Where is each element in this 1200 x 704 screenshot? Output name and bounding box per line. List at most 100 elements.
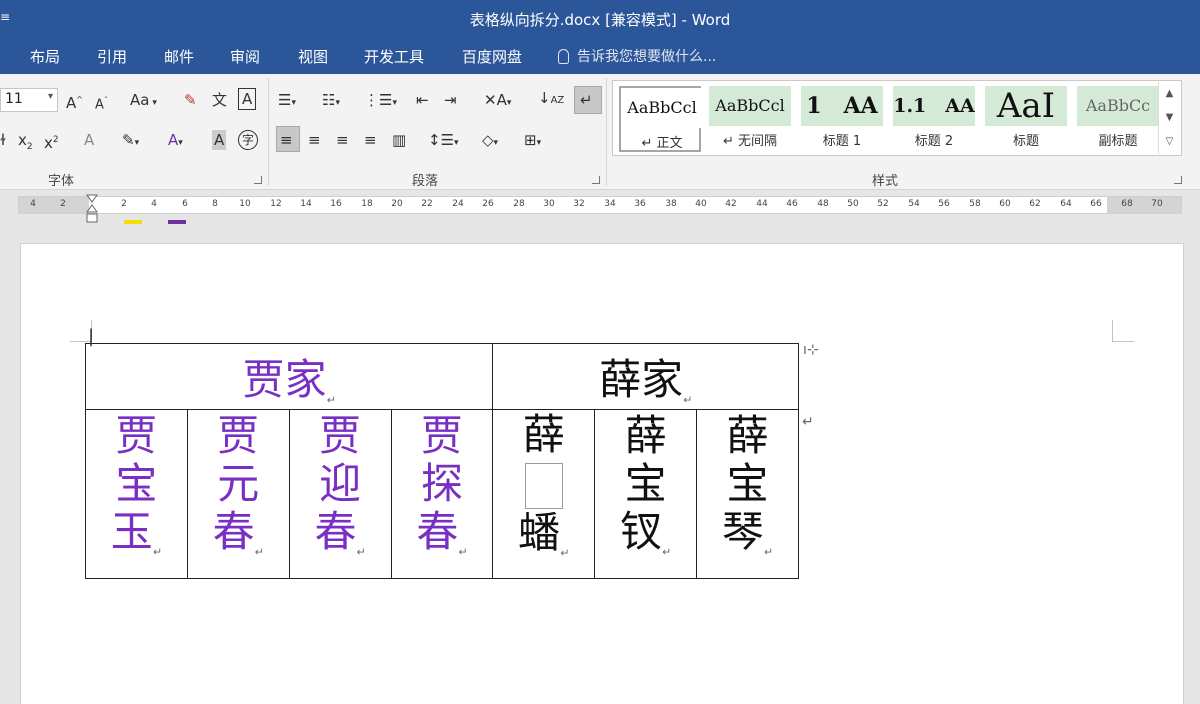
header-cell-jia[interactable]: 贾家↵: [84, 343, 494, 410]
superscript-icon[interactable]: x2: [44, 130, 59, 153]
font-dialog-launcher-icon[interactable]: [254, 176, 262, 184]
ruler-tick: 24: [452, 199, 464, 209]
gallery-scroll-down-icon[interactable]: ▼: [1158, 106, 1180, 130]
tab-mailings[interactable]: 邮件: [164, 46, 194, 67]
ruler-tick: 58: [969, 199, 981, 209]
align-left-icon[interactable]: ≡: [280, 130, 293, 150]
clear-format-icon[interactable]: ✎: [184, 90, 197, 110]
tell-me-text: 告诉我您想要做什么...: [577, 49, 717, 65]
ruler-tick: 2: [60, 199, 66, 209]
styles-dialog-launcher-icon[interactable]: [1174, 176, 1182, 184]
name-cell[interactable]: 贾宝玉↵: [85, 409, 188, 579]
ruler-tick: 50: [847, 199, 859, 209]
char-shading-icon[interactable]: A: [212, 130, 227, 150]
gallery-more-icon[interactable]: ▽: [1158, 130, 1180, 154]
show-formatting-marks-icon[interactable]: ↵: [580, 90, 593, 110]
indent-markers-icon[interactable]: [86, 194, 98, 224]
line-spacing-icon[interactable]: ↕☰▾: [428, 130, 459, 153]
align-center-icon[interactable]: ≡: [308, 130, 321, 150]
char-border-icon[interactable]: A: [238, 88, 257, 110]
style-subtitle[interactable]: AaBbCc 副标题: [1077, 86, 1159, 152]
ruler-tick: 66: [1090, 199, 1102, 209]
styles-group-label: 样式: [872, 174, 899, 189]
multilevel-list-icon[interactable]: ⋮☰▾: [364, 90, 397, 113]
ruler-tick: 28: [513, 199, 525, 209]
style-name: 标题 2: [914, 134, 954, 149]
table-row: 贾宝玉↵ 贾元春↵ 贾迎春↵ 贾探春↵ 薛蟠↵ 薛宝钗↵ 薛宝琴↵: [85, 409, 799, 579]
ribbon-tabs: 布局 引用 邮件 审阅 视图 开发工具 百度网盘 告诉我您想要做什么...: [0, 38, 1200, 74]
increase-indent-icon[interactable]: ⇥: [444, 90, 457, 110]
ruler-tick: 44: [756, 199, 768, 209]
phonetic-guide-icon[interactable]: 文: [212, 90, 227, 110]
tell-me-box[interactable]: 告诉我您想要做什么...: [558, 46, 716, 66]
highlight-color-bar: [124, 220, 142, 224]
style-preview: AaBbCc: [1077, 86, 1159, 126]
style-no-spacing[interactable]: AaBbCcl ↵ 无间隔: [709, 86, 791, 152]
name-cell[interactable]: 薛宝琴↵: [696, 409, 799, 579]
style-preview: 1 AA: [801, 86, 883, 126]
ruler-tick: 40: [695, 199, 707, 209]
style-preview: 1.1 AA: [893, 86, 975, 126]
numbering-icon[interactable]: ☷▾: [322, 90, 340, 113]
name-cell[interactable]: 贾探春↵: [390, 409, 494, 579]
missing-glyph-box: [524, 462, 563, 509]
subscript-icon[interactable]: x2: [18, 130, 33, 157]
bullets-icon[interactable]: ☰▾: [278, 90, 296, 113]
ruler-tick: 70: [1151, 199, 1163, 209]
enclose-char-icon[interactable]: 字: [238, 130, 258, 150]
ruler-tick: 12: [270, 199, 282, 209]
text-effect-icon[interactable]: A: [84, 130, 94, 150]
ruler-tick: 38: [665, 199, 677, 209]
ruler-tick: 26: [482, 199, 494, 209]
tab-review[interactable]: 审阅: [230, 46, 260, 67]
ruler-tick: 54: [908, 199, 920, 209]
ruler-tick: 4: [30, 199, 36, 209]
style-title[interactable]: AaI 标题: [985, 86, 1067, 152]
ruler-tick: 2: [121, 199, 127, 209]
shrink-font-icon[interactable]: Aˇ: [95, 91, 108, 115]
ruler-tick: 16: [330, 199, 342, 209]
header-cell-xue[interactable]: 薛家↵: [492, 343, 799, 410]
title-bar: ≡ 表格纵向拆分.docx [兼容模式] - Word: [0, 0, 1200, 38]
decrease-indent-icon[interactable]: ⇤: [416, 90, 429, 110]
margin-corner-mark: [1112, 320, 1134, 342]
tab-developer[interactable]: 开发工具: [364, 46, 424, 67]
change-case-button[interactable]: Aa ▾: [130, 90, 157, 113]
highlight-icon[interactable]: ✎▾: [122, 130, 139, 153]
row-end-mark: ↵: [802, 414, 814, 430]
name-cell[interactable]: 薛蟠↵: [492, 409, 596, 579]
ruler-tick: 20: [391, 199, 403, 209]
style-preview: AaI: [985, 86, 1067, 126]
style-heading-1[interactable]: 1 AA 标题 1: [801, 86, 883, 152]
asian-layout-icon[interactable]: ✕A▾: [484, 90, 511, 113]
ruler-tick: 56: [938, 199, 950, 209]
gallery-scroll-up-icon[interactable]: ▲: [1158, 82, 1180, 106]
justify-icon[interactable]: ≡: [364, 130, 377, 150]
sort-icon[interactable]: ↓AZ: [538, 88, 564, 111]
tab-references[interactable]: 引用: [97, 46, 127, 67]
grow-font-icon[interactable]: A^: [66, 90, 83, 113]
table-row: 贾家↵ 薛家↵: [84, 343, 799, 410]
ruler-tick: 42: [725, 199, 737, 209]
ruler-tick: 18: [361, 199, 373, 209]
window-title: 表格纵向拆分.docx [兼容模式] - Word: [469, 11, 731, 29]
chevron-down-icon[interactable]: ▾: [48, 91, 53, 102]
group-separator: [606, 78, 607, 186]
borders-icon[interactable]: ⊞▾: [524, 130, 541, 153]
strikethrough-icon[interactable]: ɫ: [0, 130, 6, 150]
name-cell[interactable]: 贾迎春↵: [288, 409, 392, 579]
shading-icon[interactable]: ◇▾: [482, 130, 498, 153]
tab-layout[interactable]: 布局: [30, 46, 60, 67]
font-size-box[interactable]: 11 ▾: [0, 88, 58, 112]
tab-view[interactable]: 视图: [298, 46, 328, 67]
table-move-handle-icon[interactable]: ı⊹: [803, 342, 819, 358]
name-cell[interactable]: 贾元春↵: [186, 409, 290, 579]
style-normal[interactable]: AaBbCcl ↵ 正文: [619, 86, 703, 152]
distributed-icon[interactable]: ▥: [392, 130, 406, 150]
tab-baidu-netdisk[interactable]: 百度网盘: [462, 46, 522, 67]
name-cell[interactable]: 薛宝钗↵: [594, 409, 698, 579]
paragraph-dialog-launcher-icon[interactable]: [592, 176, 600, 184]
align-right-icon[interactable]: ≡: [336, 130, 349, 150]
font-color-icon[interactable]: A▾: [168, 130, 183, 153]
style-heading-2[interactable]: 1.1 AA 标题 2: [893, 86, 975, 152]
